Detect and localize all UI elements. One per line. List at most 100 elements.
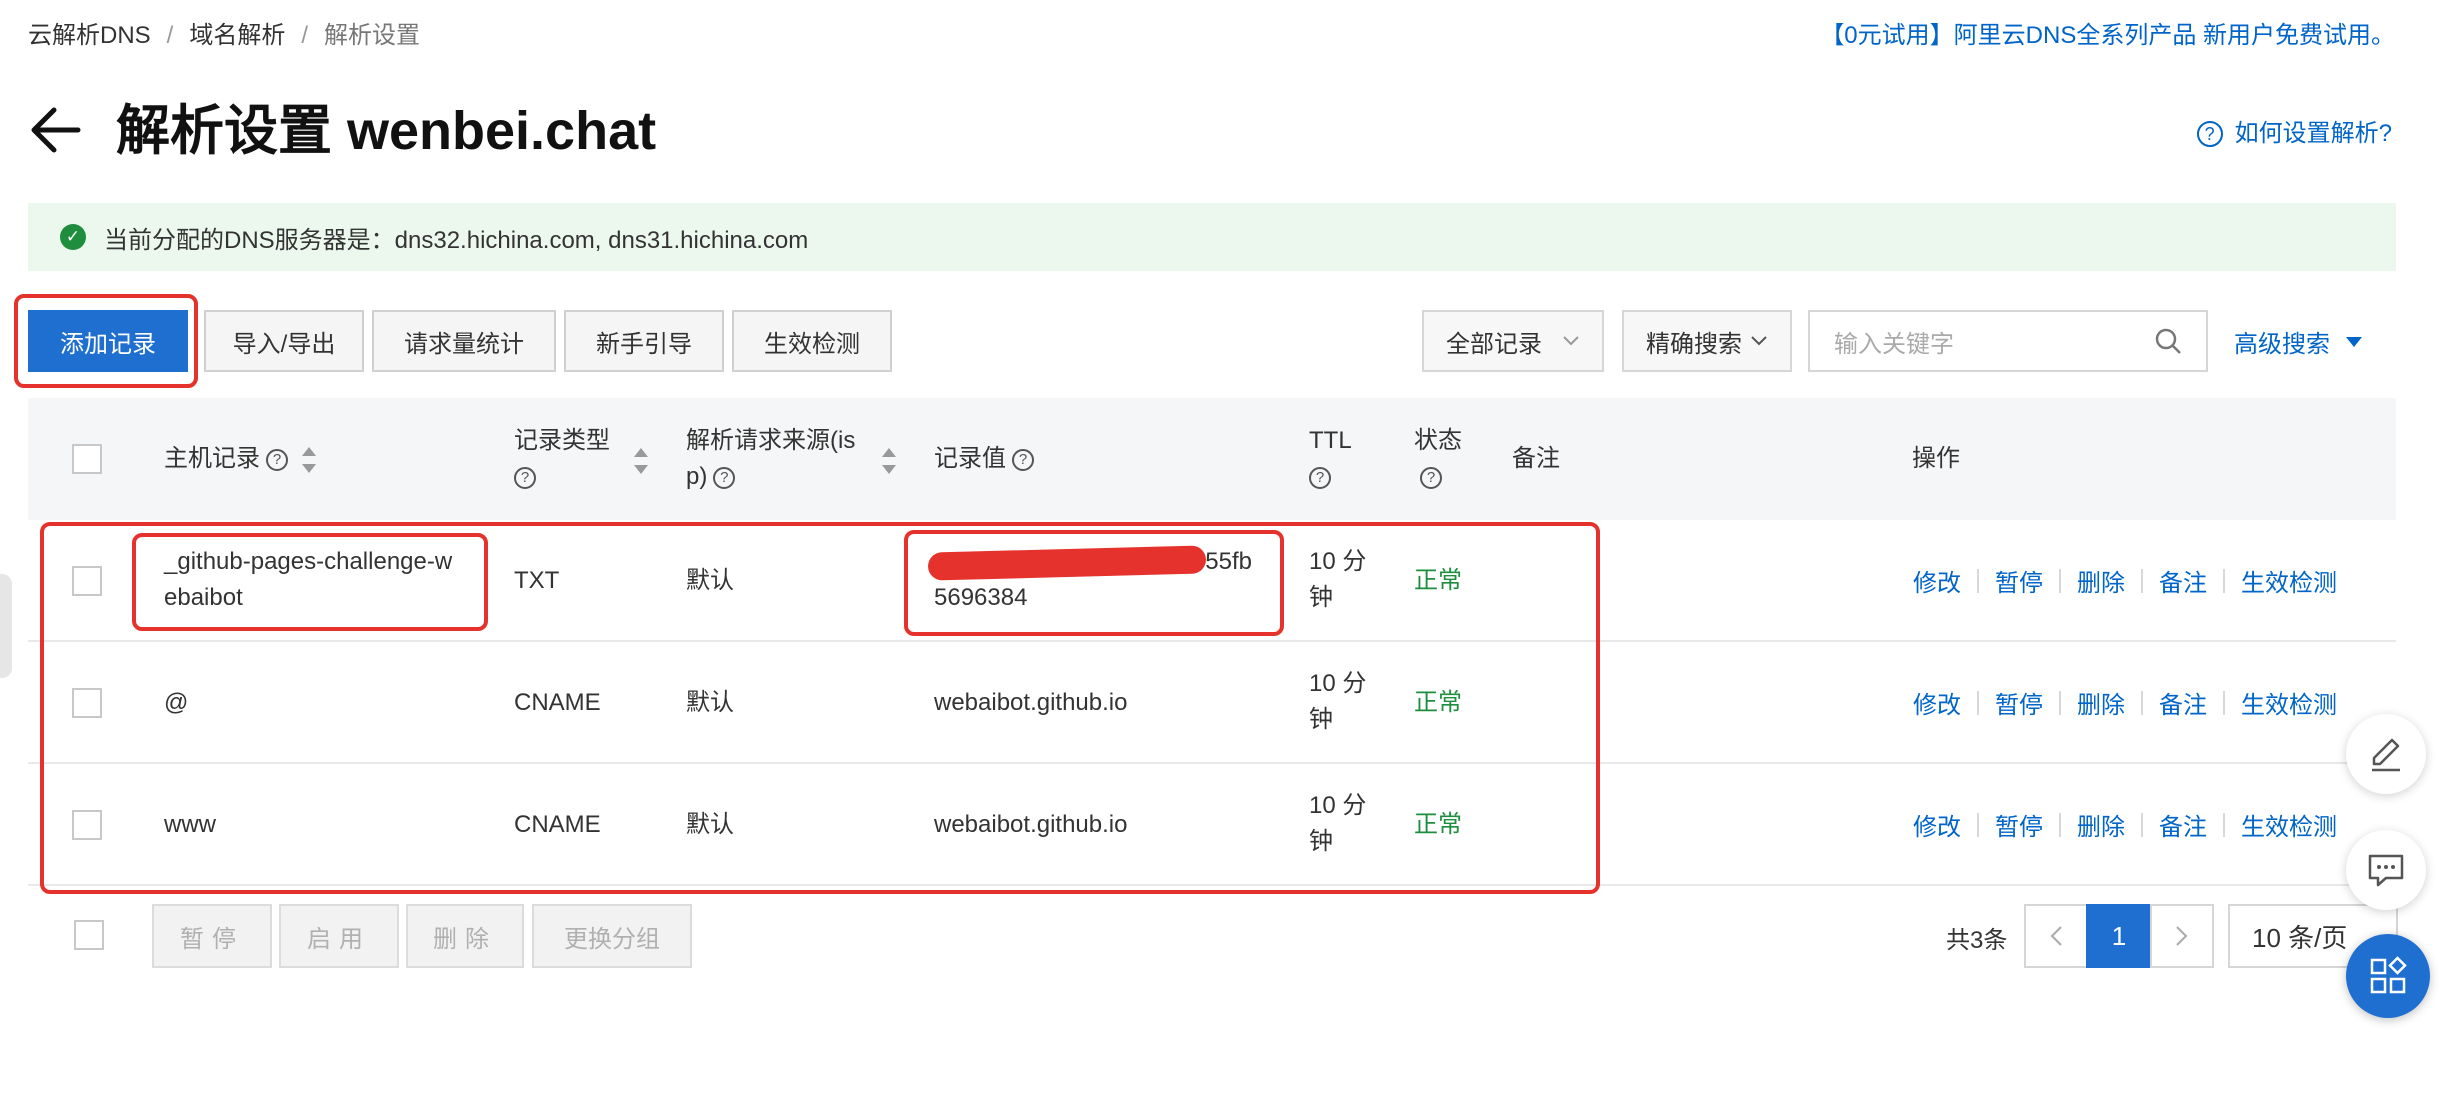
chat-icon: [2368, 854, 2404, 887]
delete-link[interactable]: 删除: [2077, 685, 2125, 720]
breadcrumb-current: 解析设置: [324, 22, 421, 49]
type-cell: TXT: [514, 567, 560, 594]
batch-pause-button[interactable]: 暂停: [152, 904, 272, 968]
page-number-button[interactable]: 1: [2086, 904, 2152, 968]
breadcrumb-item-dns[interactable]: 云解析DNS: [28, 20, 151, 52]
select-all-checkbox[interactable]: [72, 444, 102, 474]
table-row: _github-pages-challenge-w ebaibot TXT 默认…: [28, 520, 2396, 642]
help-icon[interactable]: ?: [1309, 466, 1331, 489]
footer-select-all-checkbox[interactable]: [74, 920, 104, 950]
ttl-cell: 10 分 钟: [1309, 544, 1366, 616]
delete-link[interactable]: 删除: [2077, 563, 2125, 598]
host-value: _github-pages-challenge-w: [164, 548, 453, 575]
row-checkbox[interactable]: [72, 688, 102, 718]
add-record-button[interactable]: 添加记录: [28, 310, 188, 372]
page-title: 解析设置 wenbei.chat: [116, 101, 657, 161]
effect-check-link[interactable]: 生效检测: [2241, 685, 2337, 720]
status-badge: 正常: [1414, 567, 1462, 594]
breadcrumb-separator: /: [301, 22, 309, 49]
row-checkbox[interactable]: [72, 566, 102, 596]
search-input[interactable]: 输入关键字: [1808, 310, 2208, 372]
apps-button[interactable]: [2346, 934, 2430, 1018]
table-header: 主机记录? 记录类型 ? 解析请求来源(is p)? 记录值? TTL ? 状态…: [28, 398, 2396, 520]
change-group-button[interactable]: 更换分组: [532, 904, 692, 968]
check-circle-icon: ✓: [60, 224, 86, 250]
row-actions: 修改 暂停 删除 备注 生效检测: [1913, 685, 2337, 720]
sort-icon[interactable]: [882, 448, 896, 474]
pause-link[interactable]: 暂停: [1995, 685, 2043, 720]
search-icon[interactable]: [2154, 327, 2182, 355]
feedback-button[interactable]: [2346, 714, 2426, 794]
back-arrow-icon[interactable]: [30, 106, 82, 154]
modify-link[interactable]: 修改: [1913, 563, 1961, 598]
delete-link[interactable]: 删除: [2077, 807, 2125, 842]
divider: [2059, 568, 2061, 593]
remark-link[interactable]: 备注: [2159, 807, 2207, 842]
help-icon[interactable]: ?: [713, 466, 736, 489]
help-icon[interactable]: ?: [1420, 466, 1442, 489]
pause-link[interactable]: 暂停: [1995, 563, 2043, 598]
remark-link[interactable]: 备注: [2159, 685, 2207, 720]
search-mode-select[interactable]: 精确搜索: [1622, 310, 1792, 372]
search-mode-value: 精确搜索: [1646, 330, 1742, 358]
record-filter-value: 全部记录: [1446, 330, 1542, 358]
caret-down-icon: [2346, 336, 2362, 347]
column-type: 记录类型 ?: [514, 423, 610, 495]
sort-icon[interactable]: [302, 446, 316, 473]
batch-enable-button[interactable]: 启用: [279, 904, 399, 968]
batch-delete-button[interactable]: 删除: [406, 904, 524, 968]
import-export-button[interactable]: 导入/导出: [204, 310, 364, 372]
column-isp: 解析请求来源(is p)?: [686, 423, 855, 495]
total-count: 共3条: [1946, 927, 2008, 954]
breadcrumb-item-domain[interactable]: 域名解析: [189, 20, 285, 52]
divider: [2141, 690, 2143, 715]
divider: [2141, 568, 2143, 593]
chevron-down-icon: [1751, 336, 1767, 346]
next-page-button[interactable]: [2150, 904, 2214, 968]
beginner-guide-button[interactable]: 新手引导: [564, 310, 724, 372]
help-icon[interactable]: ?: [1012, 448, 1034, 471]
table-row: www CNAME 默认 webaibot.github.io 10 分 钟 正…: [28, 764, 2396, 886]
table-row: @ CNAME 默认 webaibot.github.io 10 分 钟 正常 …: [28, 642, 2396, 764]
modify-link[interactable]: 修改: [1913, 685, 1961, 720]
effect-check-link[interactable]: 生效检测: [2241, 563, 2337, 598]
isp-cell: 默认: [686, 811, 734, 838]
column-status: 状态 ?: [1414, 423, 1462, 495]
sort-icon[interactable]: [634, 448, 648, 474]
divider: [2141, 812, 2143, 837]
request-stats-button[interactable]: 请求量统计: [372, 310, 556, 372]
notice-text: 当前分配的DNS服务器是：dns32.hichina.com, dns31.hi…: [104, 226, 809, 254]
prev-page-button[interactable]: [2024, 904, 2088, 968]
effect-check-link[interactable]: 生效检测: [2241, 807, 2337, 842]
record-filter-select[interactable]: 全部记录: [1422, 310, 1604, 372]
side-collapse-tab[interactable]: [0, 574, 12, 678]
chat-button[interactable]: [2346, 830, 2426, 910]
ttl-value: 10 分: [1309, 792, 1367, 819]
help-icon[interactable]: ?: [514, 466, 536, 489]
help-icon[interactable]: ?: [266, 448, 288, 471]
chevron-left-icon: [2050, 926, 2062, 946]
column-ttl-label: TTL: [1309, 427, 1352, 454]
help-link-label: 如何设置解析?: [2234, 120, 2392, 147]
column-isp-label-2: p): [686, 463, 708, 490]
search-placeholder: 输入关键字: [1834, 330, 1954, 358]
edit-icon: [2372, 738, 2400, 772]
help-link[interactable]: ? 如何设置解析?: [2196, 118, 2392, 150]
divider: [1977, 812, 1979, 837]
effect-check-button[interactable]: 生效检测: [732, 310, 892, 372]
type-cell: CNAME: [514, 811, 601, 838]
divider: [1977, 568, 1979, 593]
pause-link[interactable]: 暂停: [1995, 807, 2043, 842]
chevron-right-icon: [2176, 926, 2188, 946]
remark-link[interactable]: 备注: [2159, 563, 2207, 598]
column-value: 记录值?: [934, 441, 1034, 477]
ttl-value: 10 分: [1309, 670, 1367, 697]
divider: [2223, 812, 2225, 837]
breadcrumb-separator: /: [166, 22, 174, 49]
promo-link[interactable]: 【0元试用】阿里云DNS全系列产品 新用户免费试用。: [1820, 20, 2395, 52]
divider: [2059, 812, 2061, 837]
advanced-search-link[interactable]: 高级搜索: [2234, 324, 2364, 359]
modify-link[interactable]: 修改: [1913, 807, 1961, 842]
row-checkbox[interactable]: [72, 810, 102, 840]
host-cell: www: [164, 811, 216, 838]
